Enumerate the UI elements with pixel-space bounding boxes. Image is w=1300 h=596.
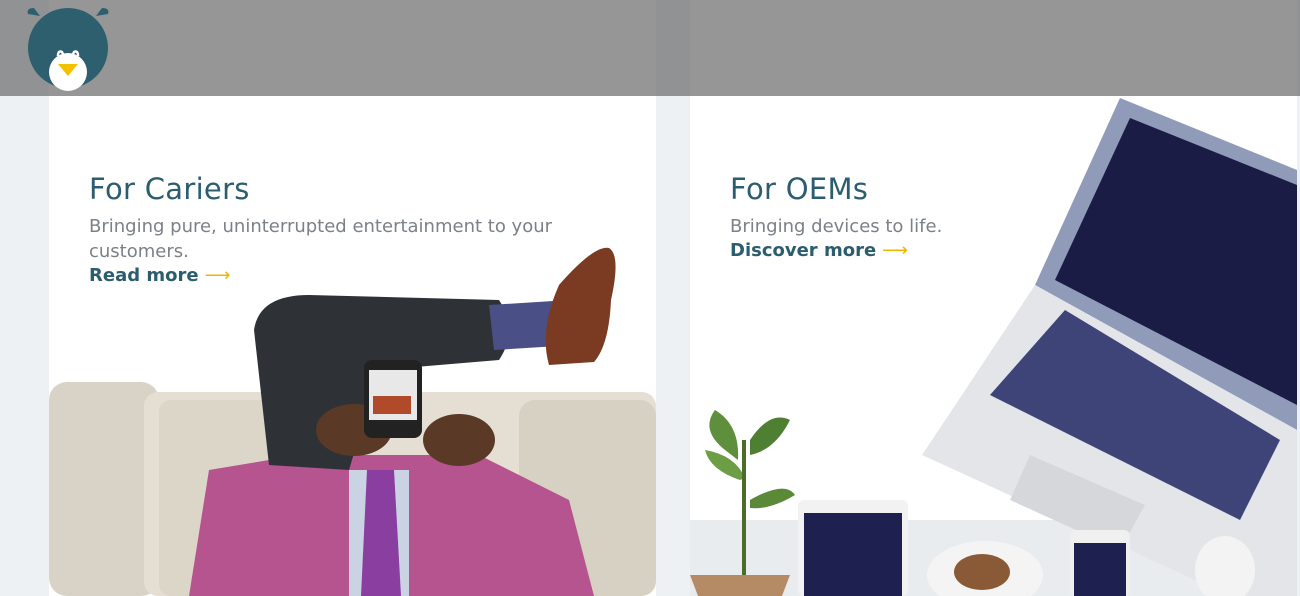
read-more-link[interactable]: Read more ⟶ [89,265,230,286]
discover-more-label: Discover more [730,240,877,261]
bear-logo-icon[interactable] [24,6,112,94]
oems-title: For OEMs [730,172,869,206]
arrow-right-icon: ⟶ [204,265,231,286]
carriers-title: For Cariers [89,172,250,206]
header-bar [0,0,1300,96]
arrow-right-icon: ⟶ [882,240,908,261]
oems-description: Bringing devices to life. [730,216,943,237]
discover-more-link[interactable]: Discover more ⟶ [730,240,908,261]
read-more-label: Read more [89,265,199,286]
carriers-description: Bringing pure, uninterrupted entertainme… [89,216,553,262]
